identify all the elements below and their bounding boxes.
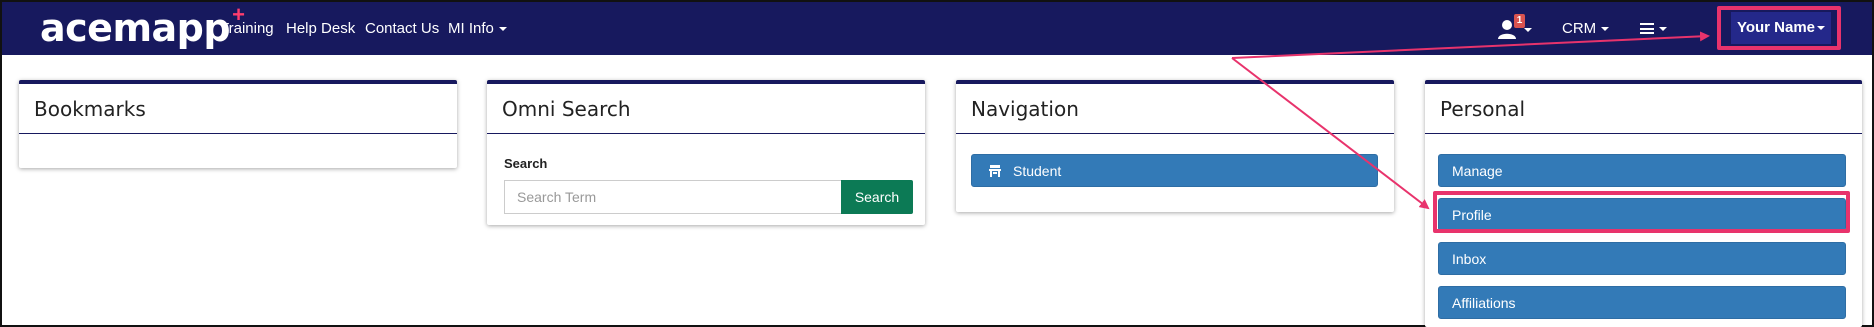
brand-logo[interactable]: acemapp + [40,4,245,50]
omni-search-panel: Omni Search Search Search [487,80,925,225]
nav-link-help-desk[interactable]: Help Desk [286,2,355,55]
chevron-down-icon [1524,28,1532,32]
main-menu-toggle[interactable] [1640,2,1667,55]
personal-panel-title: Personal [1425,84,1862,134]
omni-search-panel-title: Omni Search [487,84,925,134]
personal-panel: Personal Manage Profile Inbox Affiliatio… [1425,80,1862,327]
chevron-down-icon [498,27,507,32]
personal-inbox-button[interactable]: Inbox [1438,242,1846,275]
brand-name: acemapp [40,6,231,50]
nav-student-button[interactable]: Student [971,154,1378,187]
chevron-down-icon [1817,26,1826,31]
chevron-down-icon [1601,27,1610,32]
navigation-panel: Navigation Student [956,80,1394,212]
personal-manage-button[interactable]: Manage [1438,154,1846,187]
personal-profile-button[interactable]: Profile [1438,198,1846,231]
navigation-panel-title: Navigation [956,84,1394,134]
nav-crm-menu[interactable]: CRM [1562,2,1610,55]
search-label: Search [504,156,548,171]
nav-link-mi-info[interactable]: MI Info [448,2,507,55]
nav-link-contact-us[interactable]: Contact Us [365,2,439,55]
personal-affiliations-button[interactable]: Affiliations [1438,286,1846,319]
mi-info-label: MI Info [448,20,494,37]
user-menu-button[interactable]: Your Name [1731,12,1831,44]
search-input[interactable] [504,180,841,214]
notifications-menu[interactable]: 1 [1498,14,1534,44]
bookmarks-panel: Bookmarks [19,80,457,168]
student-label: Student [1013,163,1062,179]
nav-link-training[interactable]: Training [220,2,274,55]
top-navbar: acemapp + Training Help Desk Contact Us … [2,2,1872,55]
search-button[interactable]: Search [841,180,913,214]
bookmarks-panel-title: Bookmarks [19,84,457,134]
student-icon [989,165,1001,177]
notification-badge: 1 [1514,14,1525,28]
crm-label: CRM [1562,20,1597,37]
user-name-label: Your Name [1736,19,1816,36]
chevron-down-icon [1659,26,1667,31]
hamburger-icon [1640,23,1654,34]
